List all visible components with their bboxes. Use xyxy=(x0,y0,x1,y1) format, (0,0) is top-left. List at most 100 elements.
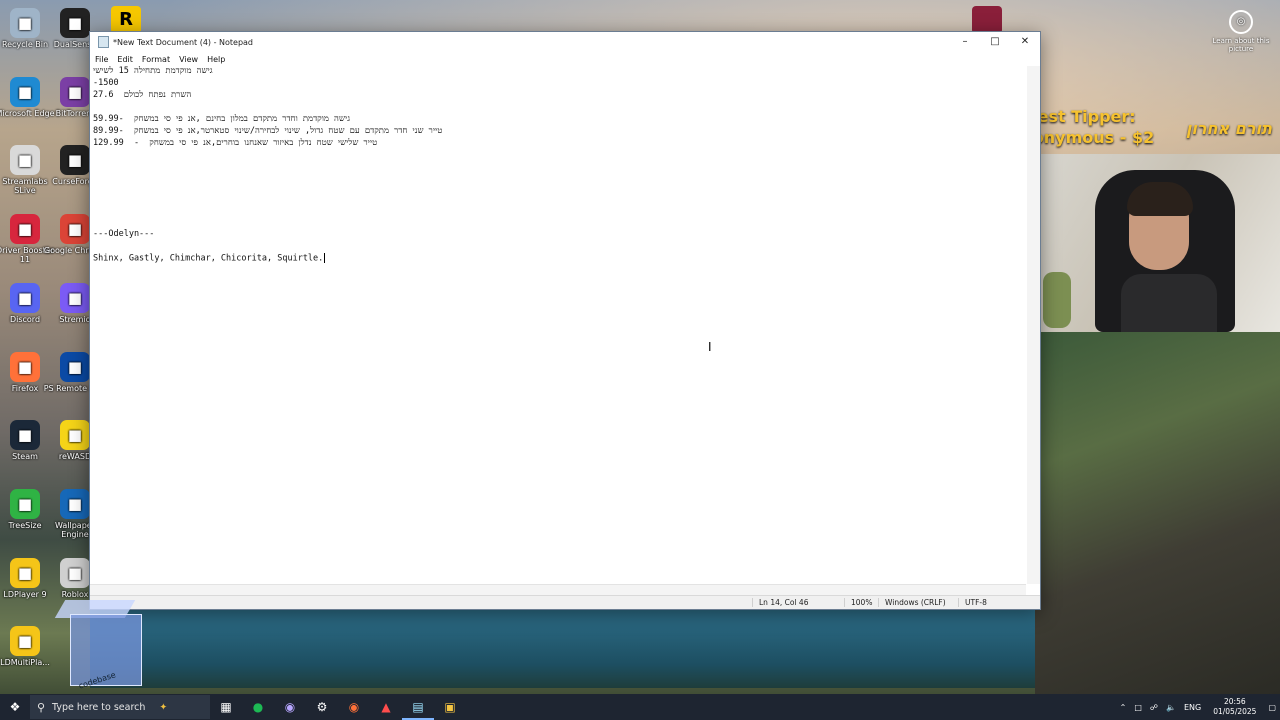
sparkle-icon: ✦ xyxy=(159,701,168,713)
minimize-button[interactable]: – xyxy=(950,32,980,52)
firefox-taskbar-icon[interactable]: ◉ xyxy=(338,694,370,720)
desktop-icon-label: LDPlayer 9 xyxy=(3,589,47,599)
firefox-icon: ■ xyxy=(10,351,40,382)
camera-icon: ◎ xyxy=(1229,10,1253,34)
spotify-icon[interactable]: ● xyxy=(242,694,274,720)
text-caret xyxy=(324,253,326,263)
desktop-icon-label: Stremio xyxy=(59,314,91,324)
editor-line-text: 59.99- גישה מוקדמת וחדר מתקדם במלון בחינ… xyxy=(93,114,350,124)
notepad-window: *New Text Document (4) - Notepad – □ ✕ F… xyxy=(89,31,1041,610)
status-bar: Ln 14, Col 46 100% Windows (CRLF) UTF-8 xyxy=(90,595,1040,609)
notepad-app-icon xyxy=(98,36,109,48)
streamlabs-icon: ■ xyxy=(10,145,40,176)
chrome-icon: ■ xyxy=(60,214,90,245)
streamer-hair xyxy=(1127,182,1193,216)
discord-icon: ■ xyxy=(10,282,40,313)
dualsense-icon: ■ xyxy=(60,8,90,38)
desktop-icon-label: reWASD xyxy=(58,452,92,462)
maximize-button[interactable]: □ xyxy=(980,32,1010,52)
learn-about-picture[interactable]: ◎ Learn about this picture xyxy=(1212,10,1270,53)
webcam-feed xyxy=(1037,154,1280,332)
editor-line: 59.99- גישה מוקדמת וחדר מתקדם במלון בחינ… xyxy=(93,114,350,125)
tipper-hebrew-label: תורם אחרון xyxy=(1185,119,1272,138)
clock-date: 01/05/2025 xyxy=(1213,707,1257,716)
editor-line: 27.6 השרת נפתח לכולם xyxy=(93,90,191,101)
desktop-icon-label: Firefox xyxy=(11,383,39,393)
driver-booster-icon: ■ xyxy=(10,214,40,245)
editor-line: 89.99- טייר שני חדר מתקדם עם שטח גדול, ש… xyxy=(93,126,442,137)
vertical-scrollbar[interactable] xyxy=(1027,66,1040,584)
window-title: *New Text Document (4) - Notepad xyxy=(113,37,254,47)
desktop-icon-label: TreeSize xyxy=(8,520,42,530)
desktop-icon-label: Steam xyxy=(12,452,38,462)
editor-line-text: 89.99- טייר שני חדר מתקדם עם שטח גדול, ש… xyxy=(93,126,443,136)
wallpaper-engine-icon: ■ xyxy=(60,488,90,519)
clock-time: 20:56 xyxy=(1224,697,1246,706)
steam-icon: ■ xyxy=(10,420,40,451)
editor-line-text: 27.6 השרת נפתח לכולם xyxy=(93,90,192,100)
editor-line-text: גישה מוקדמת מתחילה 15 לשישי xyxy=(93,66,213,76)
edge-icon: ■ xyxy=(10,76,40,107)
taskbar: ❖ ⚲ Type here to search ✦ ▦ ● ◉ ⚙ ◉ ▲ ▤ … xyxy=(0,694,1280,720)
wallpaper-cliff xyxy=(1035,332,1280,694)
close-button[interactable]: ✕ xyxy=(1010,32,1040,52)
text-editor-area[interactable]: גישה מוקדמת מתחילה 15 לשישי -1500 27.6 השר… xyxy=(90,66,1026,584)
streamlabs-taskbar-icon[interactable]: ▲ xyxy=(370,694,402,720)
desktop-icon[interactable]: ■ LDMultiPla... xyxy=(0,626,57,667)
desktop-icon-label: Recycle Bin xyxy=(1,40,49,49)
recycle-bin-icon: ■ xyxy=(10,8,40,38)
notification-icon[interactable]: ▢ xyxy=(1268,703,1276,712)
menu-edit[interactable]: Edit xyxy=(117,55,133,64)
volume-icon[interactable]: 🔈 xyxy=(1166,703,1176,712)
steam-taskbar-icon[interactable]: ⚙ xyxy=(306,694,338,720)
menu-bar: File Edit Format View Help xyxy=(90,52,1040,66)
roblox-icon: ■ xyxy=(60,557,90,588)
text-cursor-icon: I xyxy=(708,340,712,354)
line-ending: Windows (CRLF) xyxy=(878,598,946,607)
zoom-level: 100% xyxy=(844,598,872,607)
editor-line: ---Odelyn--- xyxy=(93,229,154,240)
rockstar-icon[interactable]: R xyxy=(111,6,141,34)
ps-remote-icon: ■ xyxy=(60,351,90,382)
notepad-taskbar-icon[interactable]: ▤ xyxy=(402,694,434,720)
ldmultiplayer-icon: ■ xyxy=(10,626,40,657)
cursor-position: Ln 14, Col 46 xyxy=(752,598,808,607)
rewasd-icon: ■ xyxy=(60,420,90,451)
menu-help[interactable]: Help xyxy=(207,55,225,64)
streamer-body xyxy=(1121,274,1217,332)
menu-format[interactable]: Format xyxy=(142,55,170,64)
menu-file[interactable]: File xyxy=(95,55,108,64)
language-indicator[interactable]: ENG xyxy=(1184,703,1201,712)
learn-about-label: Learn about this picture xyxy=(1212,37,1270,53)
discord-taskbar-icon[interactable]: ◉ xyxy=(274,694,306,720)
editor-line: Shinx, Gastly, Chimchar, Chicorita, Squi… xyxy=(93,253,326,265)
clock[interactable]: 20:56 01/05/2025 xyxy=(1213,697,1256,717)
ldplayer-icon: ■ xyxy=(10,557,40,588)
menu-view[interactable]: View xyxy=(179,55,198,64)
windows-start-icon[interactable]: ❖ xyxy=(0,700,30,714)
editor-line: גישה מוקדמת מתחילה 15 לשישי xyxy=(93,66,213,77)
tray-app-icon[interactable]: □ xyxy=(1134,703,1142,712)
task-view-icon[interactable]: ▦ xyxy=(210,694,242,720)
winrar-icon[interactable] xyxy=(972,6,1002,34)
editor-line: -1500 xyxy=(93,78,119,89)
curseforge-icon: ■ xyxy=(60,145,90,176)
editor-line: 129.99 - טייר שלישי שטח נדלן באיזור שאנח… xyxy=(93,138,377,149)
latest-tipper-overlay: Latest Tipper: Anonymous - $2 תורם אחרון xyxy=(1009,106,1280,152)
treesize-icon: ■ xyxy=(10,488,40,519)
editor-line-text: 129.99 - טייר שלישי שטח נדלן באיזור שאנח… xyxy=(93,138,378,148)
editor-line-text: ---Odelyn--- xyxy=(93,229,155,239)
shelf-figure xyxy=(1043,272,1071,328)
desktop-icon-label: LDMultiPla... xyxy=(0,658,50,668)
stremio-icon: ■ xyxy=(60,282,90,313)
notepad-titlebar[interactable]: *New Text Document (4) - Notepad – □ ✕ xyxy=(90,32,1040,52)
file-explorer-icon[interactable]: ▣ xyxy=(434,694,466,720)
codebase-box-icon[interactable]: codebase xyxy=(54,594,150,694)
editor-line-text: Shinx, Gastly, Chimchar, Chicorita, Squi… xyxy=(93,253,324,264)
network-icon[interactable]: ☍ xyxy=(1150,703,1158,712)
system-tray: ⌃ □ ☍ 🔈 ENG 20:56 01/05/2025 ▢ xyxy=(1116,694,1280,720)
encoding: UTF-8 xyxy=(958,598,987,607)
chevron-up-icon[interactable]: ⌃ xyxy=(1120,703,1127,712)
taskbar-search[interactable]: ⚲ Type here to search ✦ xyxy=(30,695,210,719)
desktop-icon-label: Streamlabs SLive xyxy=(2,177,48,196)
